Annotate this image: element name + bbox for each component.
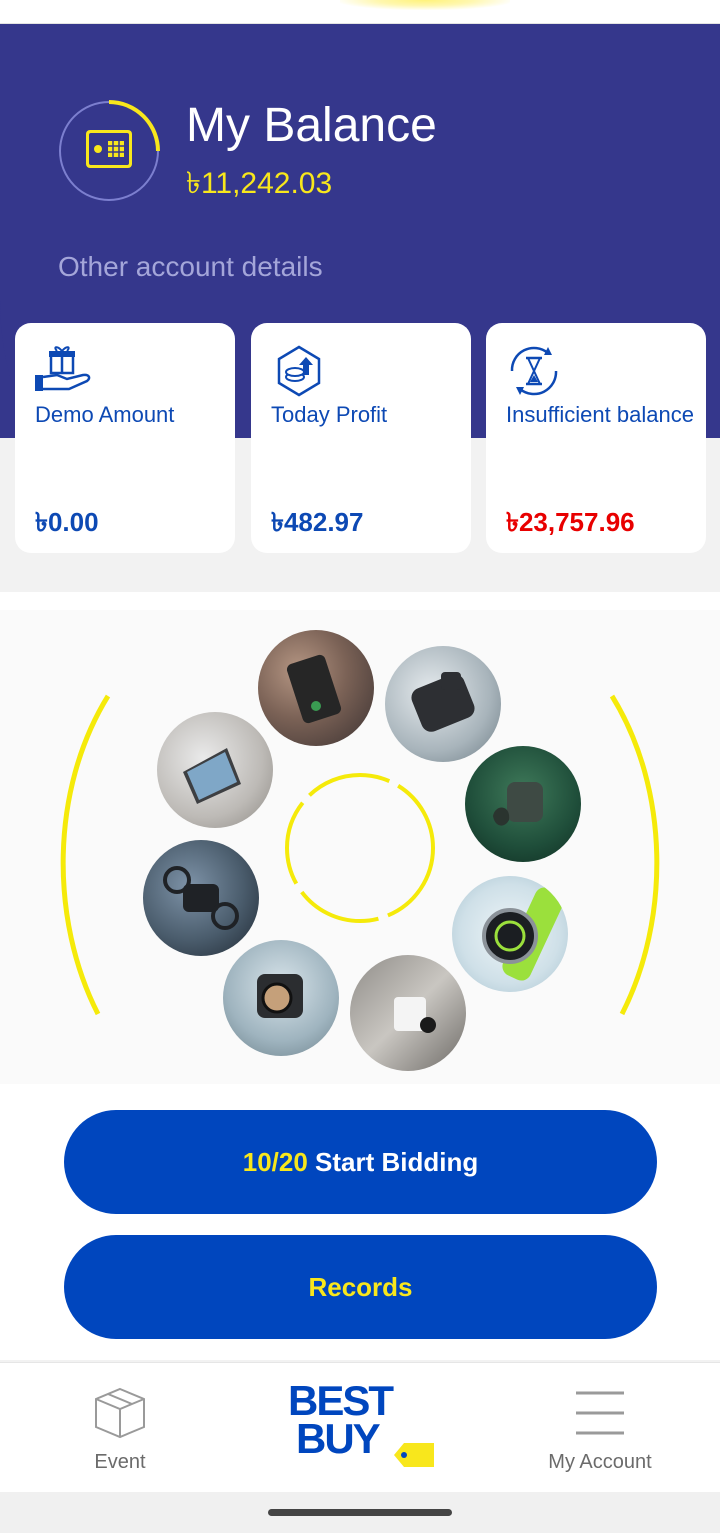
product-gallery-canvas [0,610,720,1084]
bidding-count: 10/20 [242,1146,308,1177]
start-bidding-label: Start Bidding [315,1146,479,1177]
balance-title: My Balance [186,99,437,152]
hourglass-icon [504,345,564,397]
drone-icon[interactable] [143,840,259,956]
coins-up-icon [269,345,329,397]
product-gallery [0,592,720,1084]
other-account-details-label: Other account details [58,251,323,282]
today-profit-card[interactable]: Today Profit ৳482.97 [251,323,471,553]
nav-my-account-label: My Account [548,1451,652,1473]
insufficient-balance-card[interactable]: Insufficient balance ৳23,757.96 [486,323,706,553]
price-tag-icon [394,1443,434,1467]
card-value: ৳0.00 [35,507,99,537]
box-icon [92,1385,148,1439]
nav-event[interactable]: Event [60,1363,180,1493]
nav-my-account[interactable]: My Account [530,1363,670,1493]
security-camera-icon[interactable] [350,955,466,1071]
home-indicator[interactable] [268,1509,452,1516]
wireless-charger-icon[interactable] [385,646,501,762]
action-camera-icon[interactable] [223,940,339,1056]
menu-icon [576,1391,624,1435]
balance-value: ৳11,242.03 [186,167,333,200]
card-label: Demo Amount [35,402,175,427]
bottom-nav: Event BEST BUY My Account [0,1362,720,1492]
safe-icon [58,100,160,202]
nav-event-label: Event [94,1451,146,1473]
system-nav-bar [0,1492,720,1533]
records-label: Records [308,1271,413,1302]
gift-hand-icon [33,345,93,397]
start-bidding-button[interactable]: 10/20 Start Bidding [64,1110,657,1214]
best-buy-logo[interactable]: BEST BUY [282,1363,438,1493]
phone-case-icon[interactable] [258,630,374,746]
top-strip [0,0,720,24]
card-value: ৳23,757.96 [506,507,635,537]
card-value: ৳482.97 [271,507,364,537]
top-glow [340,0,510,10]
earbuds-icon[interactable] [465,746,581,862]
page: My Balance ৳11,242.03 Other account deta… [0,0,720,1533]
card-label: Insufficient balance [506,402,694,427]
records-button[interactable]: Records [64,1235,657,1339]
smartwatch-icon[interactable] [452,876,568,992]
action-area: 10/20 Start Bidding Records [0,1084,720,1360]
logo-line-2: BUY [296,1415,381,1462]
card-label: Today Profit [271,402,388,427]
demo-amount-card[interactable]: Demo Amount ৳0.00 [15,323,235,553]
laptop-icon[interactable] [157,712,273,828]
